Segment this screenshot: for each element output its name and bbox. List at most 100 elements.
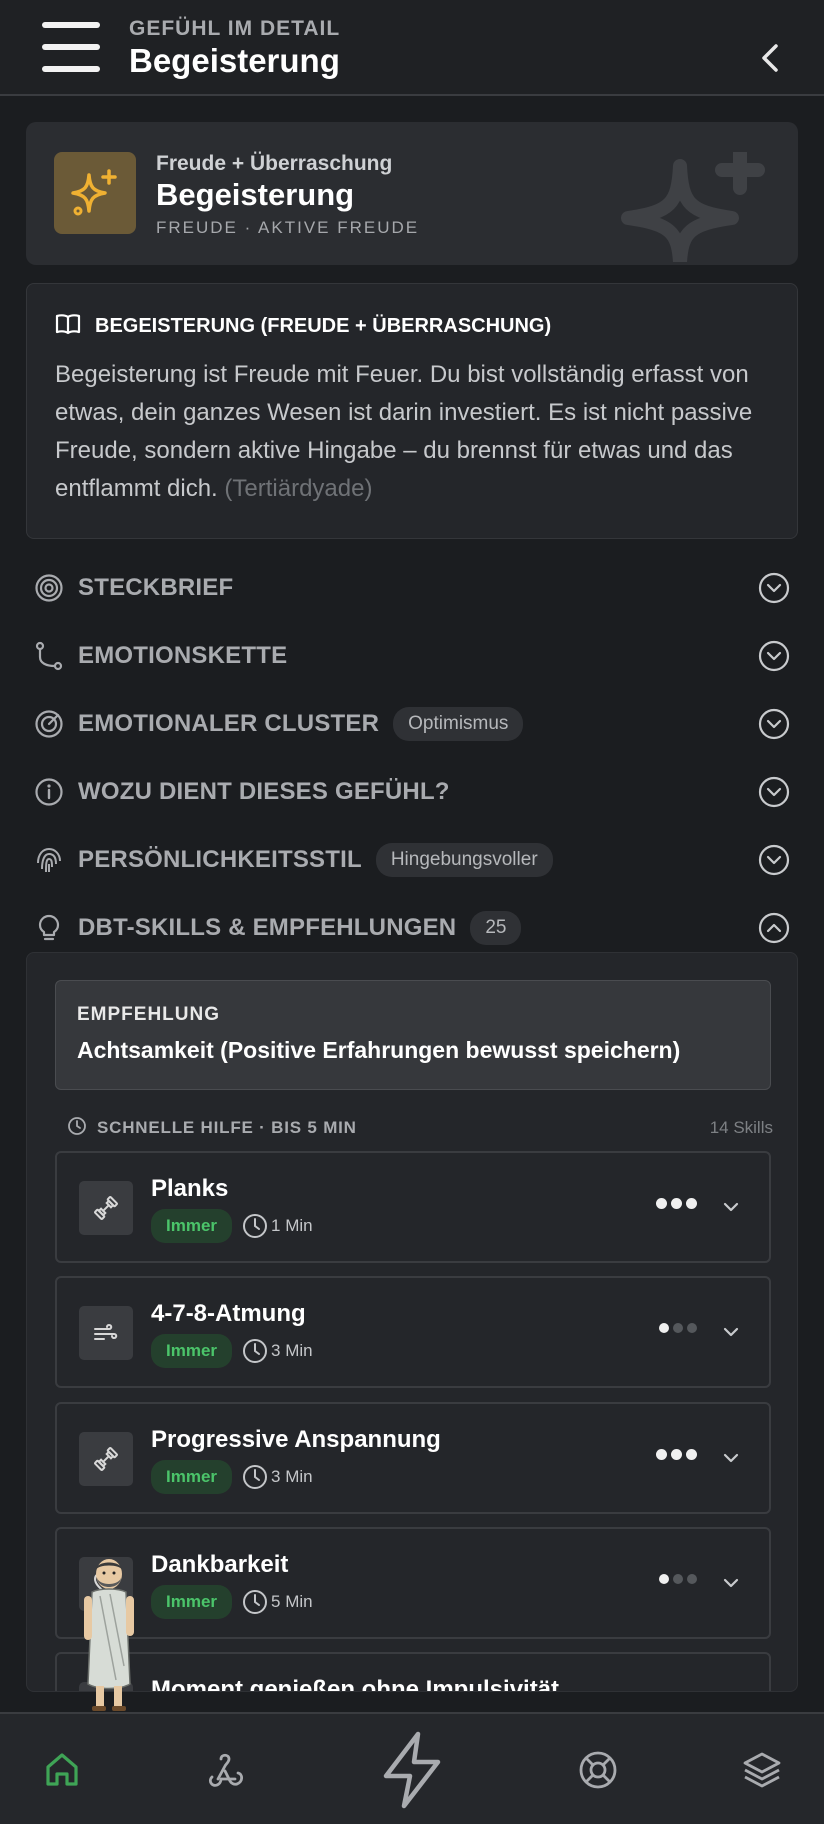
skill-group-header: SCHNELLE HILFE · BIS 5 MIN 14 Skills	[67, 1113, 773, 1143]
chevron-down-icon[interactable]	[721, 1573, 741, 1593]
skill-name: Moment genießen ohne Impulsivität	[151, 1676, 560, 1692]
availability-badge: Immer	[151, 1460, 233, 1494]
description-heading: BEGEISTERUNG (FREUDE + ÜBERRASCHUNG)	[95, 315, 552, 337]
philosopher-mascot[interactable]	[80, 1556, 138, 1714]
emotion-hero-card: Freude + Überraschung Begeisterung FREUD…	[26, 122, 798, 265]
hero-title: Begeisterung	[156, 177, 355, 212]
lightning-icon	[383, 1731, 441, 1809]
dumbbell-icon	[79, 1432, 133, 1486]
chevron-down-icon[interactable]	[758, 640, 790, 672]
skill-name: Progressive Anspannung	[151, 1426, 441, 1453]
intensity-dots	[655, 1574, 697, 1584]
skill-name: Dankbarkeit	[151, 1551, 289, 1578]
skill-card[interactable]: Progressive Anspannung Immer 3 Min	[55, 1402, 771, 1514]
chevron-down-icon[interactable]	[721, 1322, 741, 1342]
target-icon	[34, 573, 64, 603]
dumbbell-icon	[79, 1181, 133, 1235]
section-dbt-skills[interactable]: DBT-SKILLS & EMPFEHLUNGEN 25	[34, 906, 790, 950]
section-label: WOZU DIENT DIESES GEFÜHL?	[78, 778, 450, 805]
section-label: EMOTIONALER CLUSTER	[78, 710, 380, 737]
description-card: BEGEISTERUNG (FREUDE + ÜBERRASCHUNG) Beg…	[26, 283, 798, 539]
availability-badge: Immer	[151, 1334, 233, 1368]
intensity-dots	[655, 1323, 697, 1333]
cluster-chip: Optimismus	[393, 707, 524, 741]
section-label: DBT-SKILLS & EMPFEHLUNGEN	[78, 914, 457, 941]
chevron-up-icon[interactable]	[758, 912, 790, 944]
section-label: STECKBRIEF	[78, 574, 234, 601]
chevron-down-icon[interactable]	[758, 708, 790, 740]
lightbulb-icon	[34, 913, 64, 943]
recommendation-label: EMPFEHLUNG	[77, 1004, 220, 1025]
book-icon	[55, 312, 81, 341]
chevron-left-icon[interactable]	[756, 40, 784, 76]
intensity-dots	[652, 1198, 697, 1209]
description-body: Begeisterung ist Freude mit Feuer. Du bi…	[55, 361, 753, 502]
duration: 3 Min	[242, 1338, 313, 1364]
recommendation-text: Achtsamkeit (Positive Erfahrungen bewuss…	[77, 1037, 681, 1063]
hero-subtitle: Freude + Überraschung	[156, 152, 393, 175]
nav-quick[interactable]	[362, 1714, 462, 1824]
info-icon	[34, 777, 64, 807]
app-header: GEFÜHL IM DETAIL Begeisterung	[0, 0, 824, 96]
section-wozu-dient[interactable]: WOZU DIENT DIESES GEFÜHL?	[34, 770, 790, 814]
chevron-down-icon[interactable]	[758, 844, 790, 876]
description-text: Begeisterung ist Freude mit Feuer. Du bi…	[55, 356, 785, 508]
skill-card[interactable]: Dankbarkeit Immer 5 Min	[55, 1527, 771, 1639]
duration: 5 Min	[242, 1589, 313, 1615]
duration-text: 3 Min	[271, 1467, 313, 1486]
hero-category: FREUDE · AKTIVE FREUDE	[156, 218, 420, 237]
chevron-down-icon[interactable]	[721, 1448, 741, 1468]
availability-badge: Immer	[151, 1585, 233, 1619]
nav-layers[interactable]	[712, 1714, 812, 1824]
duration-text: 3 Min	[271, 1341, 313, 1360]
webhook-icon	[208, 1753, 244, 1787]
duration: 1 Min	[242, 1213, 313, 1239]
duration-text: 1 Min	[271, 1216, 313, 1235]
skill-group-title: SCHNELLE HILFE · BIS 5 MIN	[97, 1118, 357, 1137]
clock-icon	[243, 1590, 268, 1614]
clock-icon	[243, 1465, 268, 1489]
section-emotionaler-cluster[interactable]: EMOTIONALER CLUSTER Optimismus	[34, 702, 790, 746]
duration-text: 5 Min	[271, 1592, 313, 1611]
sparkles-watermark-icon	[608, 145, 768, 265]
section-label: EMOTIONSKETTE	[78, 642, 288, 669]
availability-badge: Immer	[151, 1209, 233, 1243]
chevron-down-icon[interactable]	[758, 572, 790, 604]
home-icon	[46, 1753, 78, 1786]
sparkles-icon	[54, 152, 136, 234]
clock-icon	[243, 1339, 268, 1363]
skill-card[interactable]: Moment genießen ohne Impulsivität	[55, 1652, 771, 1692]
nav-home[interactable]	[12, 1714, 112, 1824]
recommendation-card[interactable]: EMPFEHLUNG Achtsamkeit (Positive Erfahru…	[55, 980, 771, 1090]
section-emotionskette[interactable]: EMOTIONSKETTE	[34, 634, 790, 678]
header-eyebrow: GEFÜHL IM DETAIL	[129, 17, 341, 40]
radar-icon	[34, 709, 64, 739]
skill-name: Planks	[151, 1175, 229, 1202]
route-icon	[34, 641, 64, 671]
nav-webhook[interactable]	[175, 1714, 275, 1824]
clock-icon	[67, 1116, 87, 1141]
nav-help[interactable]	[548, 1714, 648, 1824]
duration: 3 Min	[242, 1464, 313, 1490]
bottom-navigation	[0, 1712, 824, 1824]
chevron-down-icon[interactable]	[721, 1197, 741, 1217]
wind-icon	[79, 1306, 133, 1360]
fingerprint-icon	[34, 845, 64, 875]
count-chip: 25	[470, 911, 522, 945]
style-chip: Hingebungsvoller	[375, 843, 553, 877]
chevron-down-icon[interactable]	[758, 776, 790, 808]
lifebuoy-icon	[579, 1751, 617, 1789]
layers-icon	[743, 1752, 781, 1788]
skill-card[interactable]: 4-7-8-Atmung Immer 3 Min	[55, 1276, 771, 1388]
intensity-dots	[652, 1449, 697, 1460]
section-persoenlichkeitsstil[interactable]: PERSÖNLICHKEITSSTIL Hingebungsvoller	[34, 838, 790, 882]
skill-name: 4-7-8-Atmung	[151, 1300, 306, 1327]
skill-group-count: 14 Skills	[709, 1118, 773, 1137]
description-note: (Tertiärdyade)	[224, 475, 373, 502]
section-steckbrief[interactable]: STECKBRIEF	[34, 566, 790, 610]
page-title: Begeisterung	[129, 42, 340, 79]
section-label: PERSÖNLICHKEITSSTIL	[78, 846, 362, 873]
skill-card[interactable]: Planks Immer 1 Min	[55, 1151, 771, 1263]
dbt-skills-panel: EMPFEHLUNG Achtsamkeit (Positive Erfahru…	[26, 952, 798, 1692]
menu-icon[interactable]	[42, 20, 100, 74]
